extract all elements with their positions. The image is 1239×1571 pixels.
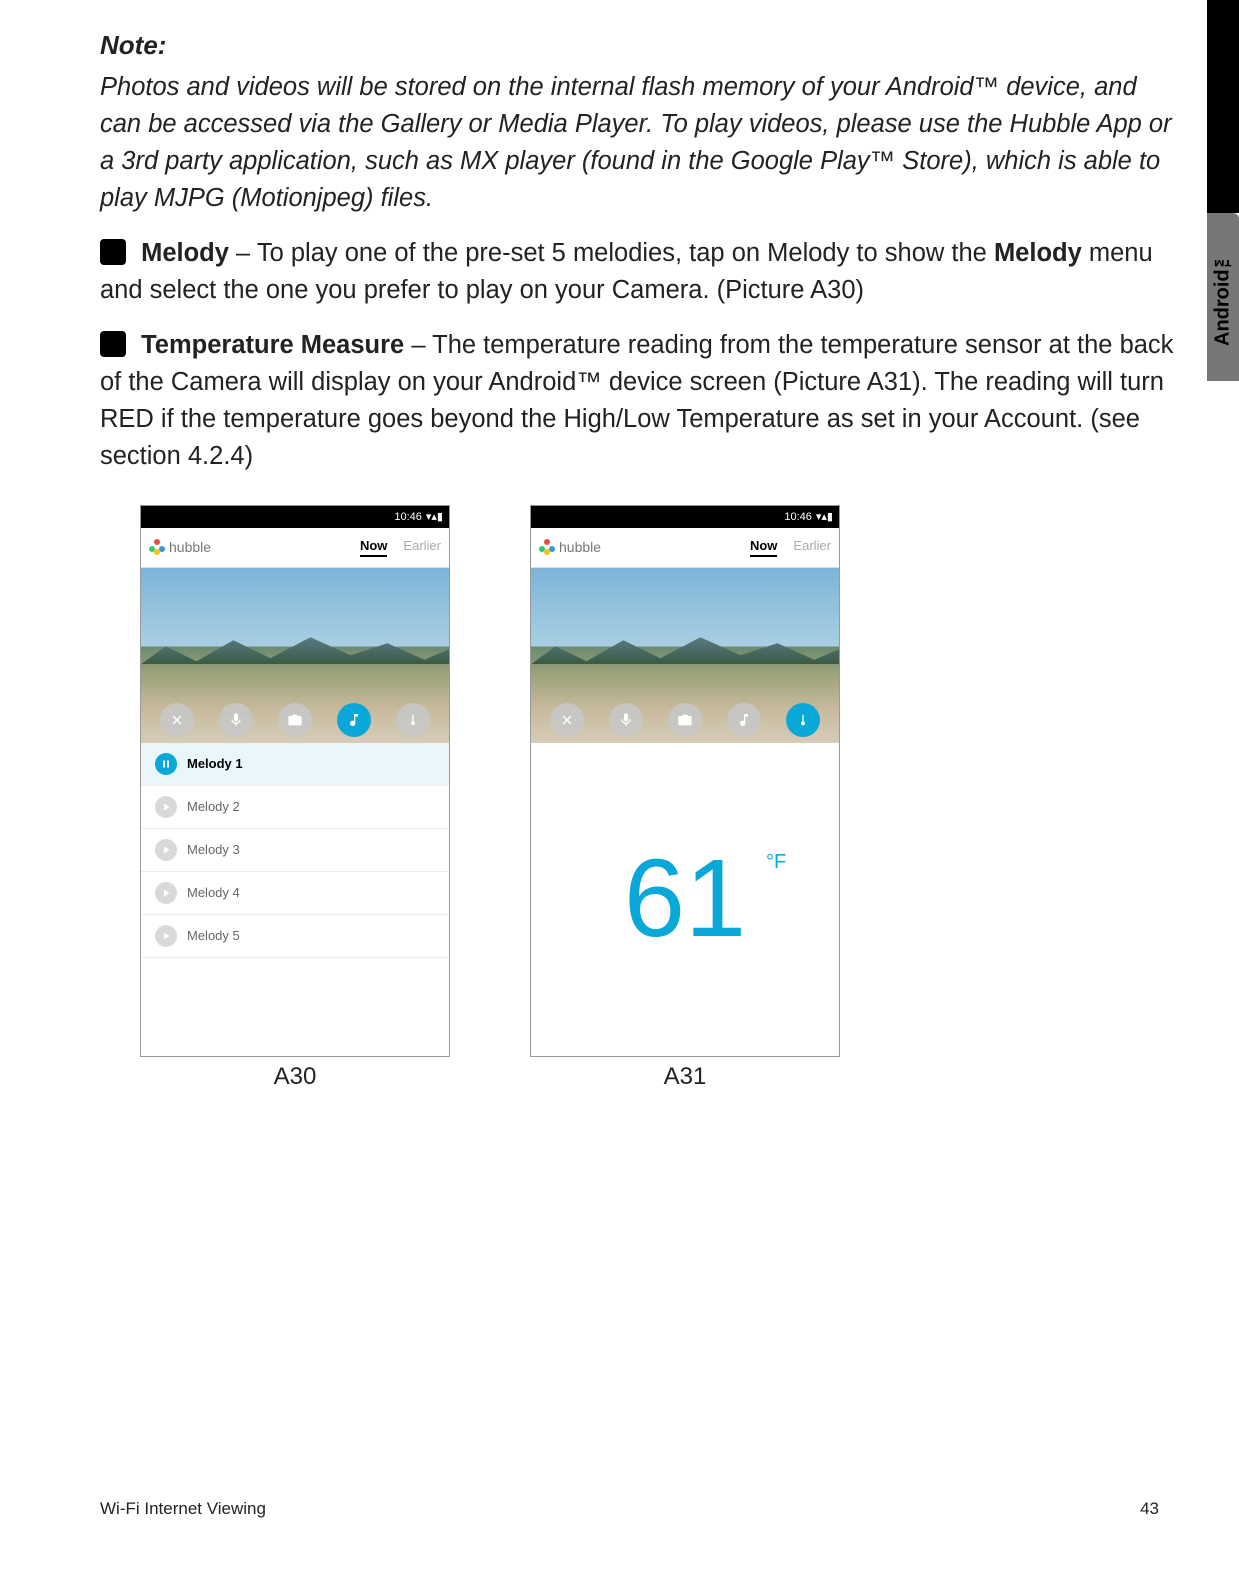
hubble-dots-icon: [539, 539, 555, 555]
melody-label: Melody 5: [187, 928, 240, 943]
melody-list: Melody 1 Melody 2 Melody 3 Melody 4: [141, 743, 449, 1056]
melody-label: Melody 1: [187, 756, 243, 771]
app-name-label: hubble: [559, 539, 601, 555]
scene-silhouette: [141, 634, 449, 664]
app-name-label: hubble: [169, 539, 211, 555]
play-icon: [155, 882, 177, 904]
thermometer-icon: [100, 331, 126, 357]
note-paragraph: Photos and videos will be stored on the …: [100, 69, 1180, 217]
figure-a31: 10:46 ▾▴▮ hubble Now Earlier: [530, 505, 840, 1091]
temperature-value: 61 °F: [624, 844, 746, 954]
melody-bold-word: Melody: [994, 239, 1082, 267]
android-status-bar: 10:46 ▾▴▮: [141, 506, 449, 528]
phone-screenshot-a30: 10:46 ▾▴▮ hubble Now Earlier: [140, 505, 450, 1057]
signal-icon: ▾▴▮: [816, 510, 833, 523]
camera-action-icon[interactable]: [668, 703, 702, 737]
melody-paragraph: Melody – To play one of the pre-set 5 me…: [100, 235, 1180, 309]
melody-title: Melody: [141, 239, 229, 267]
melody-item-4[interactable]: Melody 4: [141, 872, 449, 915]
hubble-logo: hubble: [539, 539, 601, 555]
status-time: 10:46: [784, 511, 812, 523]
play-icon: [155, 925, 177, 947]
camera-live-view: [141, 568, 449, 743]
melody-label: Melody 2: [187, 799, 240, 814]
page-body: Note: Photos and videos will be stored o…: [100, 30, 1180, 1091]
play-icon: [155, 839, 177, 861]
page-footer: Wi-Fi Internet Viewing 43: [100, 1499, 1159, 1519]
camera-live-view: [531, 568, 839, 743]
melody-item-2[interactable]: Melody 2: [141, 786, 449, 829]
tab-now[interactable]: Now: [360, 538, 387, 557]
status-time: 10:46: [394, 511, 422, 523]
figure-caption-a31: A31: [664, 1063, 707, 1091]
note-heading: Note:: [100, 30, 1180, 61]
temperature-number: 61: [624, 837, 746, 960]
footer-page-number: 43: [1140, 1499, 1159, 1519]
pause-icon: [155, 753, 177, 775]
camera-action-icon[interactable]: [278, 703, 312, 737]
close-action-icon[interactable]: [160, 703, 194, 737]
temperature-action-icon[interactable]: [396, 703, 430, 737]
melody-item-5[interactable]: Melody 5: [141, 915, 449, 958]
scene-silhouette: [531, 634, 839, 664]
action-row: [531, 703, 839, 737]
play-icon: [155, 796, 177, 818]
temperature-dash: –: [404, 331, 432, 359]
melody-item-3[interactable]: Melody 3: [141, 829, 449, 872]
temperature-action-icon[interactable]: [786, 703, 820, 737]
figure-caption-a30: A30: [274, 1063, 317, 1091]
melody-item-1[interactable]: Melody 1: [141, 743, 449, 786]
signal-icon: ▾▴▮: [426, 510, 443, 523]
temperature-unit: °F: [766, 852, 786, 872]
header-tabs: Now Earlier: [750, 538, 831, 557]
action-row: [141, 703, 449, 737]
tab-now[interactable]: Now: [750, 538, 777, 557]
figure-a30: 10:46 ▾▴▮ hubble Now Earlier: [140, 505, 450, 1091]
close-action-icon[interactable]: [550, 703, 584, 737]
hubble-dots-icon: [149, 539, 165, 555]
hubble-logo: hubble: [149, 539, 211, 555]
mic-action-icon[interactable]: [609, 703, 643, 737]
tab-earlier[interactable]: Earlier: [403, 538, 441, 557]
melody-label: Melody 4: [187, 885, 240, 900]
android-status-bar: 10:46 ▾▴▮: [531, 506, 839, 528]
footer-left: Wi-Fi Internet Viewing: [100, 1499, 266, 1519]
melody-action-icon[interactable]: [727, 703, 761, 737]
phone-screenshot-a31: 10:46 ▾▴▮ hubble Now Earlier: [530, 505, 840, 1057]
side-tab-android: Android™: [1207, 213, 1239, 381]
app-header: hubble Now Earlier: [531, 528, 839, 568]
temperature-panel: 61 °F: [531, 743, 839, 1056]
app-header: hubble Now Earlier: [141, 528, 449, 568]
temperature-title: Temperature Measure: [141, 331, 404, 359]
melody-action-icon[interactable]: [337, 703, 371, 737]
header-tabs: Now Earlier: [360, 538, 441, 557]
top-black-bar: [1207, 0, 1239, 213]
melody-body-before: To play one of the pre-set 5 melodies, t…: [257, 239, 994, 267]
mic-action-icon[interactable]: [219, 703, 253, 737]
tab-earlier[interactable]: Earlier: [793, 538, 831, 557]
melody-icon: [100, 239, 126, 265]
melody-label: Melody 3: [187, 842, 240, 857]
figures-row: 10:46 ▾▴▮ hubble Now Earlier: [140, 505, 1180, 1091]
temperature-paragraph: Temperature Measure – The temperature re…: [100, 327, 1180, 475]
melody-dash: –: [229, 239, 257, 267]
